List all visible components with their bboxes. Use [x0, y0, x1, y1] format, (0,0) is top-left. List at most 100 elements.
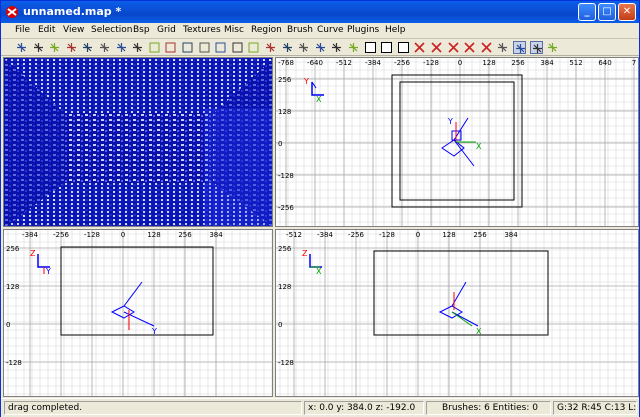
- csg-subtract-icon[interactable]: [214, 41, 227, 54]
- brush-inner-outline: [399, 81, 515, 201]
- change-views-icon[interactable]: [281, 41, 294, 54]
- open-icon[interactable]: [15, 41, 28, 54]
- y-tick-label: 128: [278, 283, 291, 291]
- flip-x-icon[interactable]: [48, 41, 61, 54]
- mouse-icon[interactable]: [546, 41, 559, 54]
- camera-view[interactable]: [3, 57, 273, 227]
- menu-edit[interactable]: Edit: [38, 25, 55, 35]
- menu-help[interactable]: Help: [385, 25, 406, 35]
- axis-v-label: Z: [302, 249, 308, 258]
- drill-icon[interactable]: [480, 41, 493, 54]
- x-tick-label: 7: [632, 59, 636, 67]
- scale-icon[interactable]: [529, 41, 543, 54]
- x-tick-label: -384: [22, 231, 38, 239]
- front-view[interactable]: X X Z -512 -384 -256 -128 0 128 256 384 256 128 0…: [275, 229, 639, 397]
- select-partial-icon[interactable]: [181, 41, 194, 54]
- cap-icon[interactable]: [430, 41, 443, 54]
- clipper-icon[interactable]: [264, 41, 277, 54]
- select-inside-icon[interactable]: [198, 41, 211, 54]
- marker-x-label: X: [476, 327, 482, 336]
- y-axis-icon[interactable]: [380, 41, 393, 54]
- patch-icon[interactable]: [463, 41, 476, 54]
- close-button[interactable]: ✕: [618, 3, 636, 21]
- menu-textures[interactable]: Textures: [183, 25, 221, 35]
- title-bar[interactable]: unnamed.map * _ □ ✕: [1, 1, 639, 23]
- x-tick-label: 256: [178, 231, 192, 239]
- menu-view[interactable]: View: [63, 25, 84, 35]
- x-tick-label: -256: [53, 231, 69, 239]
- x-tick-label: -384: [365, 59, 381, 67]
- menu-bar: File Edit View Selection Bsp Grid Textur…: [1, 23, 639, 39]
- y-tick-label: -256: [278, 204, 294, 212]
- select-touching-icon[interactable]: [164, 41, 177, 54]
- rotate-z-icon[interactable]: [131, 41, 144, 54]
- bend-icon[interactable]: [413, 41, 426, 54]
- top-view-grid: Y X X Y -768 -640 -512 -384 -256 -128 0 128 256 3…: [276, 58, 638, 226]
- texture-icon[interactable]: [496, 41, 509, 54]
- menu-region[interactable]: Region: [251, 25, 282, 35]
- menu-grid[interactable]: Grid: [157, 25, 176, 35]
- x-tick-label: -640: [307, 59, 323, 67]
- entity-icon[interactable]: [330, 41, 343, 54]
- x-tick-label: -384: [317, 231, 333, 239]
- hollow-icon[interactable]: [247, 41, 260, 54]
- brush-outline: [391, 74, 523, 208]
- camera-render: [4, 58, 272, 226]
- menu-selection[interactable]: Selection: [91, 25, 132, 35]
- free-rotate-icon[interactable]: [513, 41, 526, 54]
- menu-misc[interactable]: Misc: [224, 25, 244, 35]
- x-tick-label: 0: [121, 231, 125, 239]
- save-icon[interactable]: [32, 41, 45, 54]
- y-tick-label: 128: [6, 283, 19, 291]
- z-axis-icon[interactable]: [397, 41, 410, 54]
- cube-icon[interactable]: [347, 41, 360, 54]
- menu-brush[interactable]: Brush: [287, 25, 313, 35]
- flip-z-icon[interactable]: [81, 41, 94, 54]
- texture-lock-icon[interactable]: [297, 41, 310, 54]
- x-tick-label: -512: [286, 231, 302, 239]
- menu-file[interactable]: File: [15, 25, 30, 35]
- axis-h-label: Y: [45, 267, 51, 276]
- y-tick-label: 256: [278, 76, 292, 84]
- status-grid-info: G:32 R:45 C:13 L:MR: [553, 401, 637, 415]
- y-tick-label: -128: [6, 359, 22, 367]
- axis-h-label: X: [316, 95, 322, 104]
- y-tick-label: -128: [278, 172, 294, 180]
- y-tick-label: 0: [278, 321, 282, 329]
- menu-curve[interactable]: Curve: [317, 25, 344, 35]
- csg-merge-icon[interactable]: [231, 41, 244, 54]
- weld-icon[interactable]: [447, 41, 460, 54]
- x-tick-label: 512: [569, 59, 582, 67]
- camera-preview-icon[interactable]: [314, 41, 327, 54]
- y-tick-label: 256: [278, 245, 292, 253]
- axis-h-label: X: [316, 267, 322, 276]
- axis-v-label: Z: [30, 249, 36, 258]
- maximize-button[interactable]: □: [598, 3, 616, 21]
- x-tick-label: 256: [473, 231, 487, 239]
- x-tick-label: 384: [504, 231, 518, 239]
- x-tick-label: 640: [598, 59, 611, 67]
- x-tick-label: 0: [458, 59, 462, 67]
- menu-plugins[interactable]: Plugins: [347, 25, 379, 35]
- toolbar: [1, 39, 639, 56]
- x-tick-label: 128: [482, 59, 495, 67]
- x-axis-icon[interactable]: [364, 41, 377, 54]
- select-complete-icon[interactable]: [148, 41, 161, 54]
- axis-indicator: X Y: [303, 77, 324, 104]
- rotate-x-icon[interactable]: [98, 41, 111, 54]
- marker-y-label: Y: [447, 117, 453, 126]
- x-tick-label: 128: [442, 231, 455, 239]
- side-view-grid: Y Y Z -384 -256 -128 0 128 256 384 256 128 0 -128: [4, 230, 272, 396]
- x-tick-label: -768: [278, 59, 294, 67]
- y-tick-label: 128: [278, 108, 291, 116]
- y-tick-label: 0: [278, 140, 282, 148]
- top-view[interactable]: Y X X Y -768 -640 -512 -384 -256 -128 0 128 256 3…: [275, 57, 639, 227]
- rotate-y-icon[interactable]: [115, 41, 128, 54]
- menu-bsp[interactable]: Bsp: [133, 25, 150, 35]
- y-tick-label: 0: [6, 321, 10, 329]
- side-view[interactable]: Y Y Z -384 -256 -128 0 128 256 384 256 128 0 -128: [3, 229, 273, 397]
- flip-y-icon[interactable]: [65, 41, 78, 54]
- minimize-button[interactable]: _: [578, 3, 596, 21]
- x-tick-label: 384: [209, 231, 223, 239]
- front-view-grid: X X Z -512 -384 -256 -128 0 128 256 384 256 128 0…: [276, 230, 638, 396]
